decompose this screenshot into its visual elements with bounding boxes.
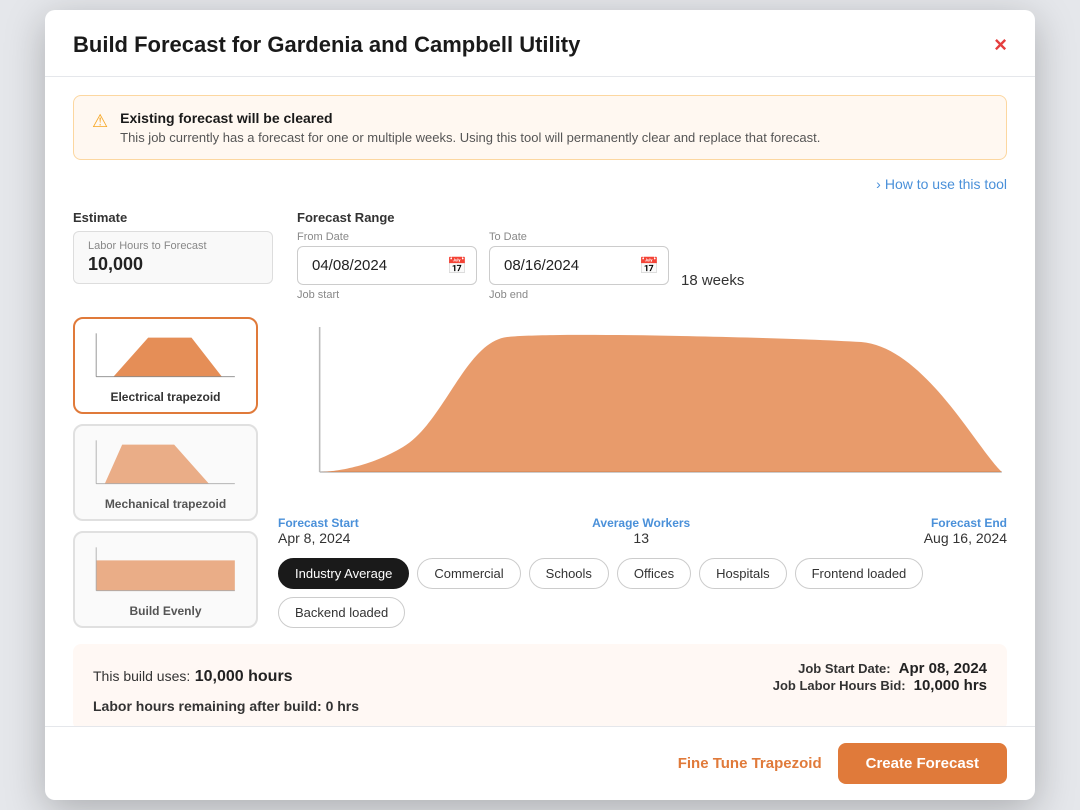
chart-meta: Forecast Start Apr 8, 2024 Average Worke… — [278, 516, 1007, 546]
modal-header: Build Forecast for Gardenia and Campbell… — [45, 10, 1035, 77]
job-bid-label: Job Labor Hours Bid: — [773, 678, 906, 693]
chart-container — [278, 317, 1007, 512]
warning-icon: ⚠ — [92, 111, 108, 132]
estimate-group: Estimate Labor Hours to Forecast 10,000 — [73, 210, 273, 284]
from-date-group: From Date 📅 Job start — [297, 231, 477, 301]
labor-hours-value: 10,000 — [88, 254, 258, 275]
curve-card-mechanical-trapezoid[interactable]: Mechanical trapezoid — [73, 424, 258, 521]
form-fields: Estimate Labor Hours to Forecast 10,000 … — [73, 210, 1007, 301]
stats-left: This build uses: 10,000 hours — [93, 668, 293, 686]
remaining-value: 0 hrs — [326, 698, 359, 714]
to-date-label: To Date — [489, 231, 669, 243]
stats-remaining: Labor hours remaining after build: 0 hrs — [93, 698, 987, 714]
how-to-section: › How to use this tool — [73, 176, 1007, 194]
pill-commercial[interactable]: Commercial — [417, 558, 520, 589]
to-date-wrapper: 📅 — [489, 246, 669, 285]
stats-section: This build uses: 10,000 hours Job Start … — [73, 644, 1007, 726]
avg-workers-meta: Average Workers 13 — [592, 516, 690, 546]
electrical-trapezoid-label: Electrical trapezoid — [87, 390, 244, 404]
avg-workers-value: 13 — [592, 530, 690, 546]
warning-text: This job currently has a forecast for on… — [120, 130, 820, 145]
job-start-row: Job Start Date: Apr 08, 2024 — [773, 660, 987, 677]
forecast-start-value: Apr 8, 2024 — [278, 530, 359, 546]
stats-hours-value: 10,000 hours — [195, 668, 293, 685]
job-bid-row: Job Labor Hours Bid: 10,000 hrs — [773, 677, 987, 694]
curve-card-electrical-trapezoid[interactable]: Electrical trapezoid — [73, 317, 258, 414]
from-date-label: From Date — [297, 231, 477, 243]
modal-body: ⚠ Existing forecast will be cleared This… — [45, 77, 1035, 726]
job-start-value: Apr 08, 2024 — [899, 660, 987, 677]
warning-title: Existing forecast will be cleared — [120, 110, 820, 126]
chevron-down-icon: › — [876, 176, 881, 192]
forecast-modal: Build Forecast for Gardenia and Campbell… — [45, 10, 1035, 800]
pill-industry-average[interactable]: Industry Average — [278, 558, 409, 589]
pill-hospitals[interactable]: Hospitals — [699, 558, 786, 589]
electrical-trapezoid-icon — [87, 329, 244, 381]
close-button[interactable]: × — [994, 34, 1007, 56]
remaining-prefix: Labor hours remaining after build: — [93, 698, 322, 714]
forecast-range-row: From Date 📅 Job start To Date 📅 — [297, 231, 744, 301]
mechanical-trapezoid-label: Mechanical trapezoid — [87, 497, 244, 511]
forecast-range-label: Forecast Range — [297, 210, 744, 225]
to-date-group: To Date 📅 Job end — [489, 231, 669, 301]
pill-backend-loaded[interactable]: Backend loaded — [278, 597, 405, 628]
from-date-input[interactable] — [297, 246, 477, 285]
build-evenly-label: Build Evenly — [87, 604, 244, 618]
forecast-end-meta: Forecast End Aug 16, 2024 — [924, 516, 1007, 546]
forecast-start-label: Forecast Start — [278, 516, 359, 530]
from-date-note: Job start — [297, 289, 477, 301]
forecast-start-meta: Forecast Start Apr 8, 2024 — [278, 516, 359, 546]
build-evenly-icon — [87, 543, 244, 595]
pill-offices[interactable]: Offices — [617, 558, 691, 589]
stats-row-1: This build uses: 10,000 hours Job Start … — [93, 660, 987, 694]
avg-workers-label: Average Workers — [592, 516, 690, 530]
from-date-wrapper: 📅 — [297, 246, 477, 285]
stats-right: Job Start Date: Apr 08, 2024 Job Labor H… — [773, 660, 987, 694]
forecast-range-group: Forecast Range From Date 📅 Job start To … — [297, 210, 744, 301]
modal-footer: Fine Tune Trapezoid Create Forecast — [45, 726, 1035, 800]
estimate-label: Estimate — [73, 210, 273, 225]
labor-hours-label: Labor Hours to Forecast — [88, 240, 258, 252]
forecast-chart — [278, 317, 1007, 487]
weeks-label: 18 weeks — [681, 272, 744, 289]
forecast-end-value: Aug 16, 2024 — [924, 530, 1007, 546]
create-forecast-button[interactable]: Create Forecast — [838, 743, 1007, 784]
mechanical-trapezoid-icon — [87, 436, 244, 488]
curve-card-build-evenly[interactable]: Build Evenly — [73, 531, 258, 628]
chart-section: Forecast Start Apr 8, 2024 Average Worke… — [278, 317, 1007, 628]
curve-selector: Electrical trapezoid Mechanical trapezoi… — [73, 317, 258, 628]
modal-title: Build Forecast for Gardenia and Campbell… — [73, 32, 580, 58]
stats-uses-prefix: This build uses: — [93, 668, 190, 684]
how-to-label: How to use this tool — [885, 176, 1007, 192]
pill-row: Industry Average Commercial Schools Offices… — [278, 558, 1007, 628]
how-to-link[interactable]: › How to use this tool — [876, 176, 1007, 192]
warning-banner: ⚠ Existing forecast will be cleared This… — [73, 95, 1007, 160]
forecast-end-label: Forecast End — [924, 516, 1007, 530]
job-bid-value: 10,000 hrs — [914, 677, 987, 694]
to-date-input[interactable] — [489, 246, 669, 285]
to-date-note: Job end — [489, 289, 669, 301]
pill-schools[interactable]: Schools — [529, 558, 609, 589]
job-start-label: Job Start Date: — [798, 661, 890, 676]
main-content: Electrical trapezoid Mechanical trapezoi… — [73, 317, 1007, 628]
warning-content: Existing forecast will be cleared This j… — [120, 110, 820, 145]
fine-tune-button[interactable]: Fine Tune Trapezoid — [678, 755, 822, 772]
pill-frontend-loaded[interactable]: Frontend loaded — [795, 558, 924, 589]
